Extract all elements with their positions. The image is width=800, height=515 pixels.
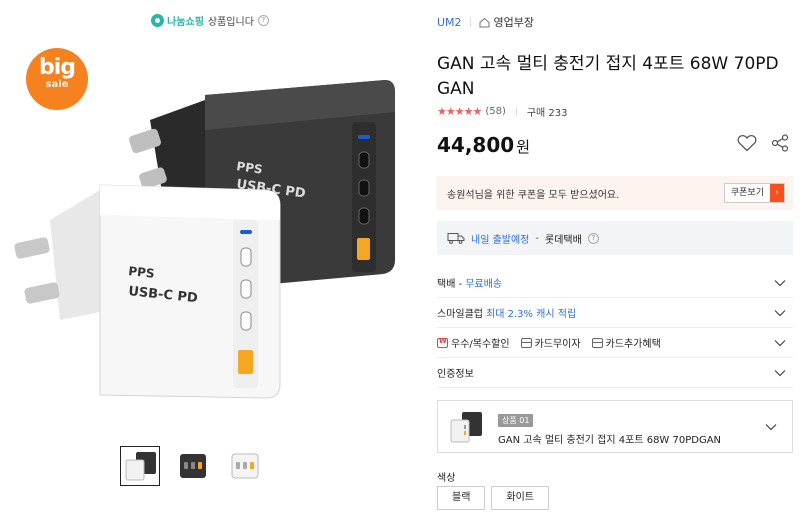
shipping-eta: 내일 출발예정: [471, 234, 530, 246]
chevron-down-icon: [773, 306, 787, 320]
product-main-image[interactable]: PPS USB-C PD PPS USB-C PD: [0, 60, 420, 420]
certification-label: 인증정보: [437, 369, 474, 380]
color-label: 색상: [437, 473, 456, 484]
shipping-banner: 내일 출발예정 - 롯데택배 ?: [437, 221, 793, 255]
shipping-carrier: 롯데택배: [545, 234, 582, 246]
chevron-right-icon: ›: [770, 184, 784, 202]
coupon-view-label: 쿠폰보기: [730, 188, 764, 198]
thumbnail-strip: [120, 446, 264, 486]
benefit-card-installment-label: 카드무이자: [534, 339, 581, 350]
price-value: 44,800: [437, 133, 515, 157]
smile-club-value: 최대 2.3% 캐시 적립: [486, 309, 577, 320]
help-icon[interactable]: ?: [587, 232, 599, 244]
option-name: GAN 고속 멀티 충전기 접지 4포트 68W 70PDGAN: [498, 434, 722, 446]
seller-banner: 나눔쇼핑 상품입니다 ?: [0, 13, 420, 28]
rating-row: ★★★★★ (58) 구매 233: [437, 104, 568, 119]
card-icon: [591, 337, 603, 348]
chevron-down-icon: [773, 336, 787, 350]
coupon-view-button[interactable]: 쿠폰보기 ›: [723, 183, 785, 203]
option-tag: 상품 01: [498, 413, 534, 427]
price: 44,800 원: [437, 133, 530, 157]
delivery-label: 택배 -: [437, 279, 463, 290]
option-text: 상품 01 GAN 고속 멀티 충전기 접지 4포트 68W 70PDGAN: [498, 408, 764, 446]
breadcrumb: UM2 영업부장: [437, 14, 534, 30]
brand-link[interactable]: UM2: [437, 16, 462, 29]
heart-icon[interactable]: [737, 134, 757, 152]
color-options: 블랙 화이트: [437, 486, 550, 510]
chevron-down-icon: [773, 366, 787, 380]
review-count[interactable]: (58): [485, 106, 506, 117]
seller-logo-text: 나눔쇼핑: [167, 17, 204, 28]
color-option-black[interactable]: 블랙: [437, 486, 486, 510]
smile-club-row[interactable]: 스마일클럽 최대 2.3% 캐시 적립: [437, 298, 793, 328]
coupon-banner: 송원석님을 위한 쿠폰을 모두 받으셨어요. 쿠폰보기 ›: [437, 176, 793, 210]
seller-logo[interactable]: 나눔쇼핑: [151, 13, 204, 28]
share-icon[interactable]: [771, 134, 789, 152]
smile-club-label: 스마일클럽: [437, 309, 483, 320]
product-actions: [737, 134, 789, 152]
discount-icon: [437, 337, 448, 348]
delivery-row[interactable]: 택배 - 무료배송: [437, 268, 793, 298]
thumbnail-3[interactable]: [224, 446, 264, 486]
option-thumbnail: [446, 407, 486, 447]
product-title: GAN 고속 멀티 충전기 접지 4포트 68W 70PD GAN: [437, 54, 779, 99]
card-icon: [520, 337, 532, 348]
help-icon[interactable]: ?: [257, 15, 269, 26]
thumbnail-2-image: [180, 454, 206, 478]
price-currency: 원: [516, 138, 530, 156]
truck-icon: [447, 233, 465, 244]
store-link[interactable]: 영업부장: [479, 14, 534, 30]
product-gallery: 나눔쇼핑 상품입니다 ? big sale PPS USB-C PD PPS U…: [0, 0, 420, 515]
color-option-white[interactable]: 화이트: [491, 486, 550, 510]
store-name: 영업부장: [493, 16, 535, 29]
breadcrumb-divider: [469, 17, 471, 27]
benefit-discount: 우수/복수할인: [437, 335, 510, 350]
purchase-count: 구매 233: [526, 108, 568, 119]
benefit-discount-label: 우수/복수할인: [451, 339, 510, 350]
benefit-card-extra-label: 카드추가혜택: [605, 339, 661, 350]
chevron-down-icon: [773, 276, 787, 290]
thumbnail-1[interactable]: [120, 446, 160, 486]
thumbnail-1-image: [125, 452, 156, 481]
white-charger-image: PPS USB-C PD: [14, 184, 281, 399]
thumbnail-3-image: [231, 453, 259, 479]
rating-divider: [515, 107, 517, 116]
star-rating-icon: ★★★★★: [437, 105, 482, 118]
certification-row[interactable]: 인증정보: [437, 358, 793, 388]
delivery-value: 무료배송: [465, 279, 502, 290]
benefits-row[interactable]: 우수/복수할인 카드무이자 카드추가혜택: [437, 328, 793, 358]
benefit-card-extra: 카드추가혜택: [591, 335, 661, 350]
benefit-card-installment: 카드무이자: [520, 335, 581, 350]
shipping-dash: -: [535, 232, 539, 244]
svg-text:PPS: PPS: [128, 264, 156, 281]
thumbnail-2[interactable]: [172, 446, 212, 486]
home-icon: [479, 17, 490, 27]
chevron-down-icon: [764, 420, 778, 434]
seller-label: 상품입니다: [207, 17, 254, 28]
coupon-message: 송원석님을 위한 쿠폰을 모두 받으셨어요.: [447, 189, 620, 201]
option-selector[interactable]: 상품 01 GAN 고속 멀티 충전기 접지 4포트 68W 70PDGAN: [437, 400, 793, 453]
seller-logo-icon: [151, 14, 165, 27]
